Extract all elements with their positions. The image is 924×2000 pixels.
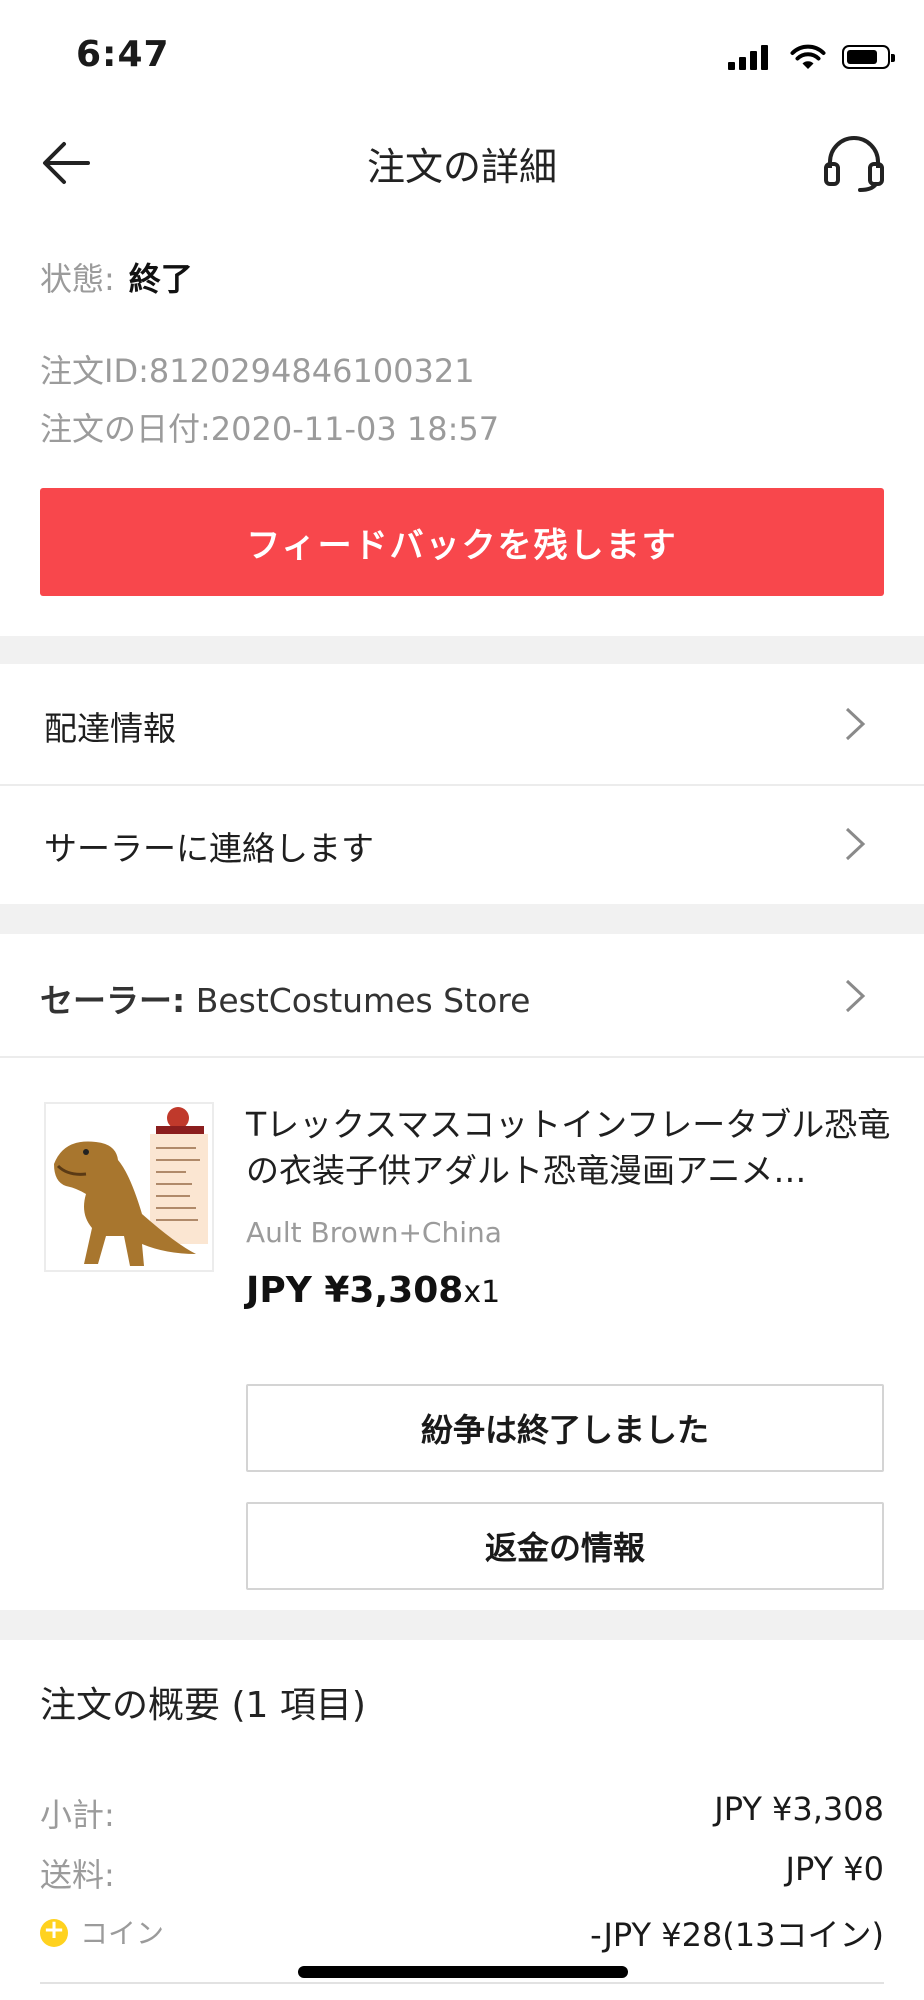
status-label: 状態: (40, 260, 115, 298)
wifi-icon (790, 44, 826, 69)
shipping-row: 送料: JPY ¥0 (40, 1850, 884, 1894)
headset-icon[interactable] (822, 132, 886, 194)
refund-info-button[interactable]: 返金の情報 (246, 1502, 884, 1590)
price-value: JPY ¥3,308 (246, 1270, 464, 1311)
product-price: JPY ¥3,308x1 (246, 1270, 500, 1311)
status-value: 終了 (128, 260, 193, 298)
quantity: x1 (463, 1275, 501, 1310)
divider (0, 1056, 924, 1058)
page-title: 注文の詳細 (366, 145, 557, 189)
product-variant: Ault Brown+China (246, 1216, 502, 1249)
coin-label-wrap: コイン (40, 1912, 164, 1952)
section-gap (0, 1610, 924, 1640)
coin-label: コイン (80, 1917, 165, 1950)
order-summary-title: 注文の概要 (1 項目) (40, 1685, 366, 1726)
subtotal-label: 小計: (40, 1796, 115, 1834)
divider (40, 1982, 884, 1984)
status-icons (728, 40, 895, 74)
product-image[interactable] (44, 1102, 214, 1272)
battery-icon (842, 45, 895, 69)
seller-label: セーラー: (40, 981, 186, 1020)
chevron-right-icon (845, 979, 866, 1013)
chevron-right-icon (845, 707, 866, 741)
coin-row: コイン -JPY ¥28(13コイン) (40, 1910, 884, 1954)
subtotal-row: 小計: JPY ¥3,308 (40, 1790, 884, 1834)
status-bar: 6:47 (0, 0, 924, 110)
product-title[interactable]: Tレックスマスコットインフレータブル恐竜の衣装子供アダルト恐竜漫画アニメ… (246, 1102, 892, 1194)
shipping-label: 送料: (40, 1856, 115, 1894)
status-time: 6:47 (76, 34, 170, 75)
leave-feedback-button[interactable]: フィードバックを残します (40, 488, 884, 596)
nav-bar: 注文の詳細 (0, 110, 924, 215)
home-indicator[interactable] (298, 1966, 628, 1978)
delivery-info-label: 配達情報 (44, 709, 176, 748)
subtotal-value: JPY ¥3,308 (714, 1790, 884, 1828)
delivery-info-row[interactable]: 配達情報 (0, 664, 924, 784)
coin-icon (40, 1915, 68, 1947)
seller-store-name: BestCostumes Store (185, 981, 531, 1020)
dispute-closed-button[interactable]: 紛争は終了しました (246, 1384, 884, 1472)
coin-value: -JPY ¥28(13コイン) (590, 1916, 884, 1954)
contact-seller-label: サーラーに連絡します (44, 829, 374, 868)
order-date: 注文の日付:2020-11-03 18:57 (40, 410, 500, 448)
cellular-signal-icon (728, 44, 772, 70)
seller-name[interactable]: セーラー: BestCostumes Store (40, 974, 530, 1022)
chevron-right-icon (845, 827, 866, 861)
section-gap (0, 636, 924, 664)
order-id: 注文ID:8120294846100321 (40, 352, 475, 390)
dinosaur-costume-image (46, 1104, 212, 1270)
shipping-value: JPY ¥0 (785, 1850, 884, 1888)
section-gap (0, 904, 924, 934)
order-status: 状態: 終了 (40, 254, 193, 300)
contact-seller-row[interactable]: サーラーに連絡します (0, 786, 924, 904)
